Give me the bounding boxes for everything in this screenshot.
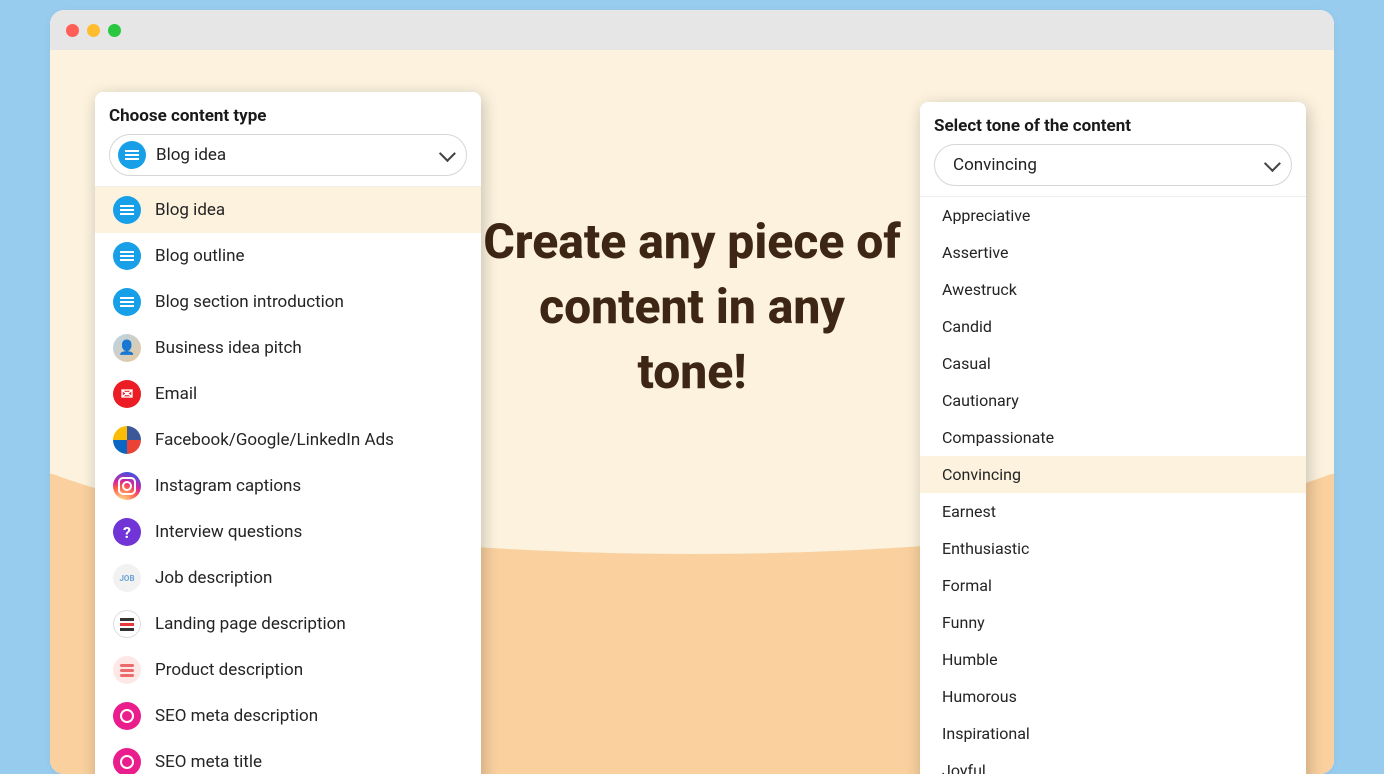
content-type-option[interactable]: Job description <box>95 555 481 601</box>
tone-option[interactable]: Earnest <box>920 493 1306 530</box>
window-close-button[interactable] <box>66 24 79 37</box>
tone-option[interactable]: Compassionate <box>920 419 1306 456</box>
seo-icon <box>113 702 141 730</box>
option-label: Inspirational <box>942 724 1030 743</box>
tone-option[interactable]: Inspirational <box>920 715 1306 752</box>
tone-menu: Appreciative Assertive Awestruck Candid Casu… <box>920 196 1306 774</box>
tone-option[interactable]: Humble <box>920 641 1306 678</box>
content-type-option[interactable]: Blog section introduction <box>95 279 481 325</box>
option-label: Awestruck <box>942 280 1017 299</box>
option-label: Blog idea <box>155 200 225 220</box>
content-type-panel: Choose content type Blog idea Blog ideaB… <box>95 92 481 774</box>
option-label: Email <box>155 384 197 404</box>
option-label: Funny <box>942 613 985 632</box>
window-title-bar <box>50 10 1334 50</box>
job-icon <box>113 564 141 592</box>
insta-icon <box>113 472 141 500</box>
option-label: Humble <box>942 650 998 669</box>
content-type-menu: Blog idea Blog outline Blog section introd… <box>95 186 481 774</box>
option-label: Formal <box>942 576 992 595</box>
content-type-option[interactable]: Email <box>95 371 481 417</box>
tone-dropdown[interactable]: Convincing <box>934 144 1292 186</box>
option-label: Appreciative <box>942 206 1030 225</box>
tone-option[interactable]: Assertive <box>920 234 1306 271</box>
tone-option[interactable]: Humorous <box>920 678 1306 715</box>
seo-icon <box>113 748 141 774</box>
email2-icon <box>113 380 141 408</box>
blog-icon <box>118 141 146 169</box>
tone-option[interactable]: Cautionary <box>920 382 1306 419</box>
interview-icon <box>113 518 141 546</box>
blog-icon <box>113 196 141 224</box>
option-label: Earnest <box>942 502 996 521</box>
option-label: Landing page description <box>155 614 346 634</box>
option-label: Casual <box>942 354 991 373</box>
tone-label: Select tone of the content <box>934 116 1292 136</box>
content-type-option[interactable]: Blog idea <box>95 187 481 233</box>
content-type-option[interactable]: Facebook/Google/LinkedIn Ads <box>95 417 481 463</box>
tone-option[interactable]: Convincing <box>920 456 1306 493</box>
blog-icon <box>113 242 141 270</box>
content-type-option[interactable]: Landing page description <box>95 601 481 647</box>
option-label: SEO meta title <box>155 752 262 772</box>
content-type-option[interactable]: Instagram captions <box>95 463 481 509</box>
tone-option[interactable]: Candid <box>920 308 1306 345</box>
landing-icon <box>113 610 141 638</box>
option-label: SEO meta description <box>155 706 318 726</box>
content-type-selected: Blog idea <box>156 145 440 165</box>
option-label: Joyful <box>942 761 986 774</box>
option-label: Enthusiastic <box>942 539 1029 558</box>
option-label: Assertive <box>942 243 1009 262</box>
chevron-down-icon <box>439 145 456 162</box>
option-label: Facebook/Google/LinkedIn Ads <box>155 430 394 450</box>
option-label: Job description <box>155 568 272 588</box>
tone-option[interactable]: Appreciative <box>920 197 1306 234</box>
headline: Create any piece of content in any tone! <box>482 210 902 404</box>
option-label: Blog section introduction <box>155 292 344 312</box>
browser-window: Create any piece of content in any tone!… <box>50 10 1334 774</box>
tone-panel: Select tone of the content Convincing Ap… <box>920 102 1306 774</box>
chevron-down-icon <box>1264 155 1281 172</box>
option-label: Convincing <box>942 465 1021 484</box>
option-label: Cautionary <box>942 391 1019 410</box>
tone-option[interactable]: Joyful <box>920 752 1306 774</box>
tone-option[interactable]: Formal <box>920 567 1306 604</box>
tone-option[interactable]: Casual <box>920 345 1306 382</box>
option-label: Candid <box>942 317 992 336</box>
content-type-option[interactable]: SEO meta description <box>95 693 481 739</box>
tone-option[interactable]: Funny <box>920 604 1306 641</box>
ads-icon <box>113 426 141 454</box>
option-label: Product description <box>155 660 303 680</box>
tone-option[interactable]: Enthusiastic <box>920 530 1306 567</box>
option-label: Compassionate <box>942 428 1054 447</box>
tone-option[interactable]: Awestruck <box>920 271 1306 308</box>
app-content: Create any piece of content in any tone!… <box>50 50 1334 774</box>
content-type-option[interactable]: Blog outline <box>95 233 481 279</box>
content-type-dropdown[interactable]: Blog idea <box>109 134 467 176</box>
content-type-option[interactable]: Product description <box>95 647 481 693</box>
biz-icon <box>113 334 141 362</box>
option-label: Business idea pitch <box>155 338 302 358</box>
content-type-option[interactable]: Interview questions <box>95 509 481 555</box>
option-label: Interview questions <box>155 522 302 542</box>
window-minimize-button[interactable] <box>87 24 100 37</box>
content-type-option[interactable]: SEO meta title <box>95 739 481 774</box>
tone-selected: Convincing <box>953 155 1265 175</box>
content-type-option[interactable]: Business idea pitch <box>95 325 481 371</box>
content-type-label: Choose content type <box>109 106 467 126</box>
option-label: Blog outline <box>155 246 244 266</box>
blog-icon <box>113 288 141 316</box>
option-label: Humorous <box>942 687 1017 706</box>
window-maximize-button[interactable] <box>108 24 121 37</box>
option-label: Instagram captions <box>155 476 301 496</box>
product-icon <box>113 656 141 684</box>
